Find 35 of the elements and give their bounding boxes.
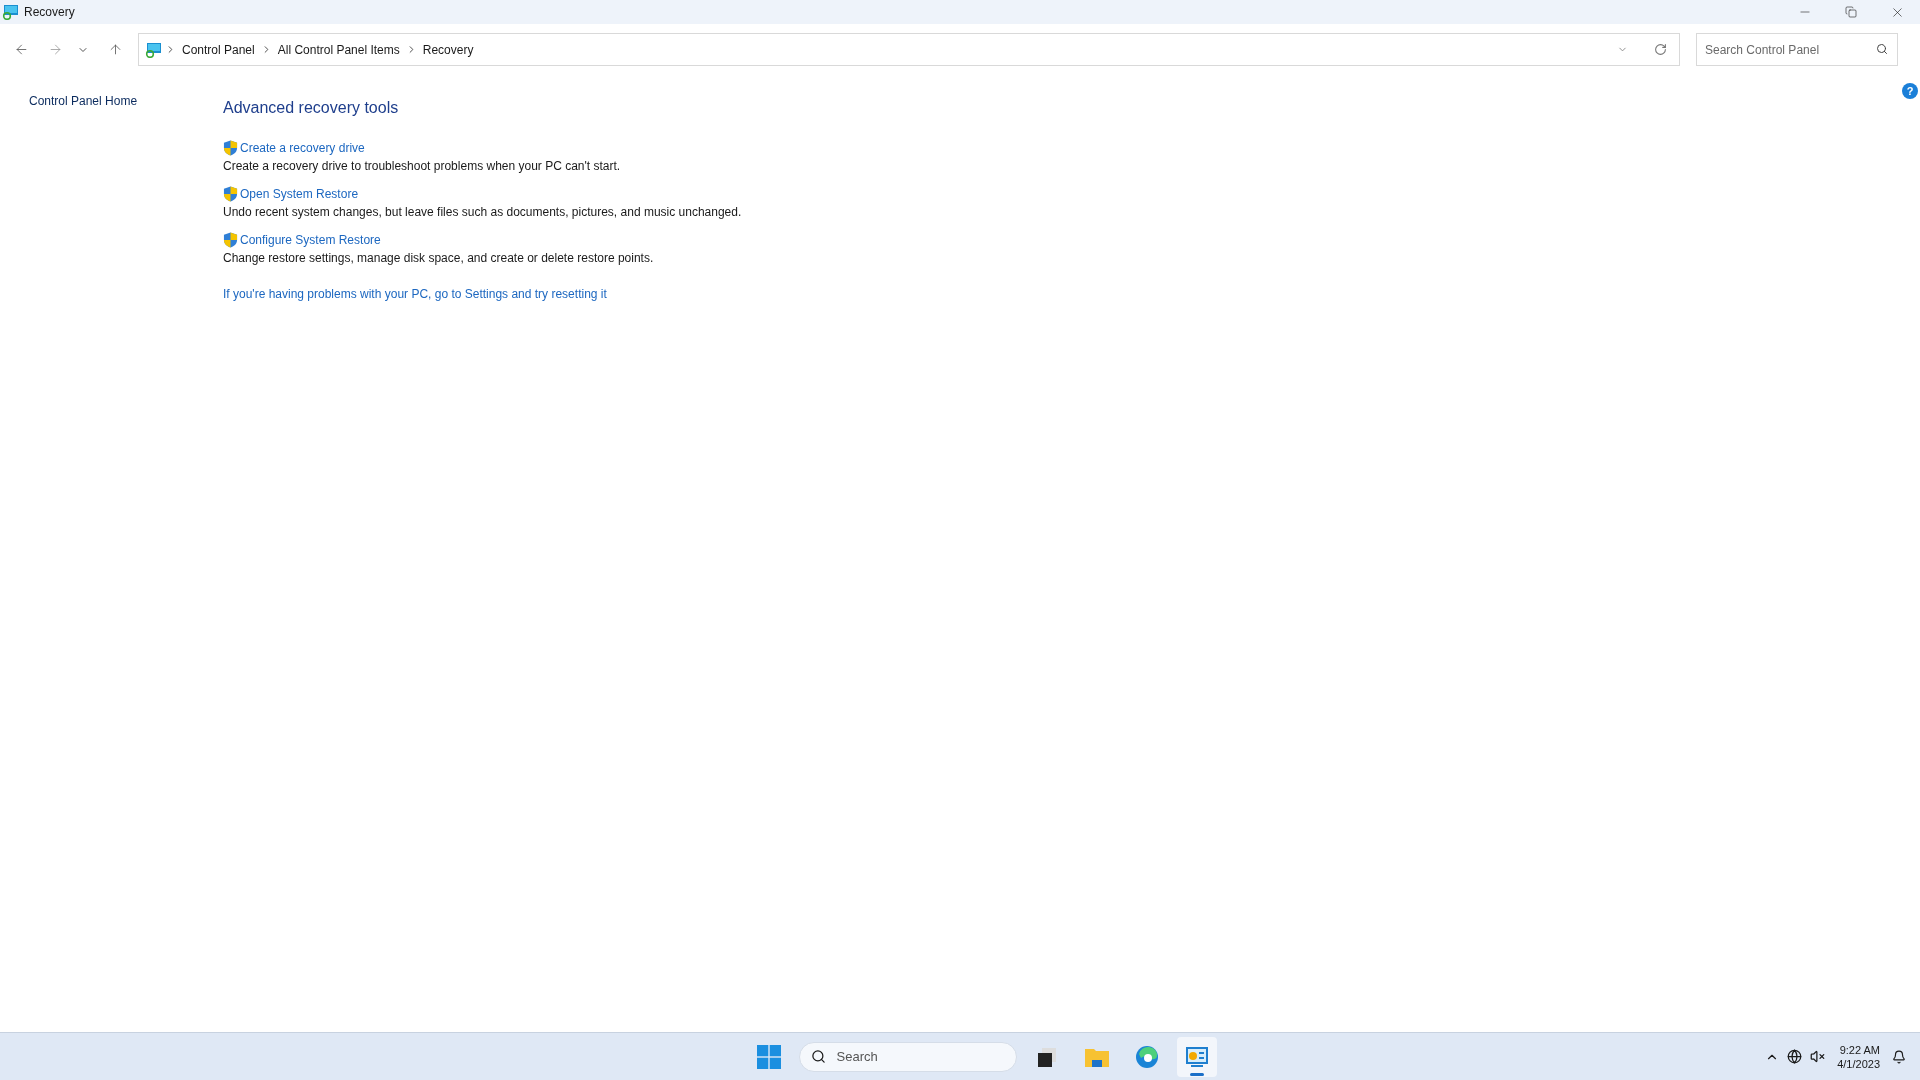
browser-icon [1134,1044,1159,1069]
task-link[interactable]: Open System Restore [240,185,359,203]
control-panel-icon [1184,1045,1209,1068]
breadcrumb[interactable]: Recovery [420,40,476,59]
reset-link[interactable]: If you're having problems with your PC, go to Settings and try resetting it [223,285,742,303]
task-view-icon [1035,1045,1058,1068]
sidebar-link[interactable]: Control Panel Home [29,94,138,108]
clock[interactable]: 9:22 AM 4/1/2023 [1833,1042,1884,1071]
search-field[interactable]: Search Control Panel [1696,33,1898,66]
task-description: Create a recovery drive to troubleshoot problems when your PC can't start. [223,158,622,175]
task-link[interactable]: Create a recovery drive [240,139,365,157]
windows-logo-icon [756,1044,781,1069]
shield-icon [223,186,238,202]
task-description: Undo recent system changes, but leave files such as documents, pictures, and music unchanged. [223,204,742,221]
restore-icon [1845,6,1857,18]
address-bar[interactable]: Control Panel All Control Panel Items Recovery [138,33,1680,66]
section-heading: Advanced recovery tools [223,98,400,118]
shield-icon [223,232,238,248]
search-icon [810,1048,826,1064]
monitor-icon [145,41,161,58]
window-title: Recovery [24,4,75,21]
network-icon[interactable] [1787,1049,1803,1064]
task-link[interactable]: Configure System Restore [240,231,381,249]
refresh-icon [1653,43,1667,56]
shield-icon [223,140,238,156]
monitor-icon [2,4,18,20]
forward-arrow-icon [47,42,63,57]
breadcrumb[interactable]: Control Panel [180,40,257,59]
taskbar-search[interactable]: Search [798,1041,1017,1072]
breadcrumb[interactable]: All Control Panel Items [275,40,402,59]
search-icon [1876,43,1888,55]
task-description: Change restore settings, manage disk space, and create or delete restore points. [223,250,655,267]
notification-icon[interactable] [1892,1049,1906,1064]
help-icon[interactable]: ? [1902,83,1918,99]
speaker-muted-icon[interactable] [1810,1049,1826,1064]
